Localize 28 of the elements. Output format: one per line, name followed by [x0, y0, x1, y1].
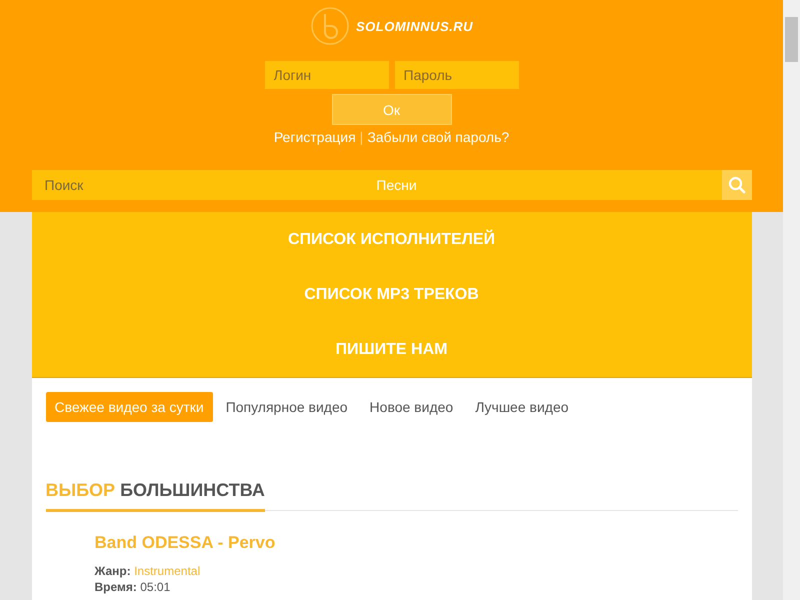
login-field[interactable]: Логин: [264, 61, 388, 89]
video-tab[interactable]: Новое видео: [360, 392, 462, 422]
menu-link[interactable]: СПИСОК ИСПОЛНИТЕЛЕЙ: [288, 212, 496, 267]
password-field[interactable]: Пароль: [394, 61, 518, 89]
register-link[interactable]: Регистрация: [274, 129, 356, 145]
genre-label: Жанр:: [94, 564, 131, 578]
video-tab[interactable]: Лучшее видео: [466, 392, 578, 422]
video-tab[interactable]: Популярное видео: [216, 392, 357, 422]
search-category[interactable]: Песни: [192, 170, 722, 200]
scrollbar-thumb[interactable]: [785, 17, 798, 62]
time-label: Время:: [94, 580, 137, 594]
logo-text[interactable]: SOLOMINNUS.RU: [356, 18, 473, 34]
video-tab[interactable]: Свежее видео за сутки: [46, 392, 213, 422]
menu-link[interactable]: СПИСОК MP3 ТРЕКОВ: [304, 267, 479, 322]
logo-icon: [310, 6, 350, 46]
scrollbar[interactable]: [783, 0, 800, 600]
menu-link[interactable]: ПИШИТЕ НАМ: [336, 322, 448, 377]
ok-button[interactable]: Ок: [332, 94, 452, 125]
section-title: БОЛЬШИНСТВА: [120, 480, 265, 500]
genre-link[interactable]: Instrumental: [134, 564, 200, 578]
search-icon: [728, 176, 746, 194]
section-title-accent: ВЫБОР: [46, 480, 116, 500]
search-field[interactable]: Поиск: [32, 170, 192, 200]
search-button[interactable]: [722, 170, 752, 200]
forgot-password-link[interactable]: Забыли свой пароль?: [367, 129, 510, 145]
separator-text: |: [360, 129, 364, 145]
time-value: 05:01: [140, 580, 170, 594]
track-title[interactable]: Band ODESSA - Pervo: [94, 533, 276, 553]
